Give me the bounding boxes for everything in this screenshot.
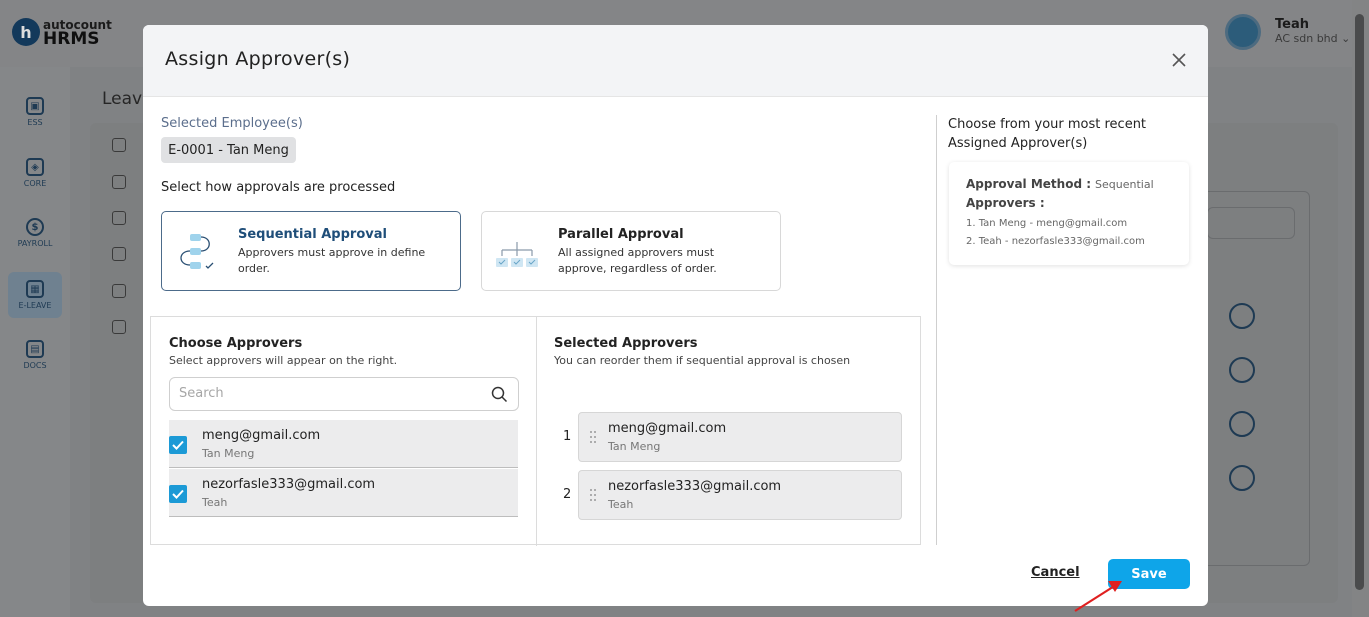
method-description: Approvers must approve in define order.	[238, 246, 426, 275]
approver-email: meng@gmail.com	[202, 428, 321, 443]
sidebar: ▣ ESS ◈ CORE $ PAYROLL ▦ E-LEAVE ▤ DOCS	[0, 67, 70, 617]
document-icon: ▤	[26, 340, 44, 358]
logo-mark: h	[12, 18, 40, 46]
list-item-icon	[112, 320, 126, 334]
recent-approver-line: 1. Tan Meng - meng@gmail.com	[966, 218, 1128, 229]
choose-approvers-title: Choose Approvers	[169, 336, 303, 351]
parallel-approval-option[interactable]: Parallel Approval All assigned approvers…	[481, 211, 781, 291]
list-item-icon	[112, 138, 126, 152]
approver-email: nezorfasle333@gmail.com	[202, 477, 376, 492]
approver-search[interactable]	[169, 377, 519, 411]
edit-icon	[1229, 411, 1255, 437]
approver-checkbox[interactable]	[169, 436, 187, 454]
approver-option[interactable]: meng@gmail.com Tan Meng	[169, 420, 518, 468]
drag-handle-icon[interactable]	[589, 430, 597, 444]
approver-option[interactable]: nezorfasle333@gmail.com Teah	[169, 469, 518, 517]
dialog-header: Assign Approver(s)	[143, 25, 1208, 97]
edit-icon	[1229, 303, 1255, 329]
drag-handle-icon[interactable]	[589, 488, 597, 502]
logo-big-text: HRMS	[43, 29, 100, 49]
close-icon[interactable]	[1170, 51, 1188, 69]
selected-approvers-subtitle: You can reorder them if sequential appro…	[554, 354, 851, 367]
selected-approver-item[interactable]: meng@gmail.com Tan Meng	[578, 412, 902, 462]
sidebar-item-payroll[interactable]: $ PAYROLL	[8, 210, 62, 256]
selected-approver-name: Teah	[608, 498, 634, 511]
list-item-icon	[112, 284, 126, 298]
approver-name: Tan Meng	[202, 447, 255, 460]
cube-icon: ◈	[26, 158, 44, 176]
approval-method-label: Approval Method :	[966, 177, 1092, 191]
sidebar-item-core[interactable]: ◈ CORE	[8, 150, 62, 196]
checkmark-icon	[172, 489, 184, 499]
list-item-icon	[112, 175, 126, 189]
assign-approvers-dialog: Assign Approver(s) Selected Employee(s) …	[143, 25, 1208, 606]
approval-process-label: Select how approvals are processed	[161, 180, 396, 195]
panel-divider	[536, 317, 537, 546]
section-divider	[936, 115, 937, 545]
search-input[interactable]	[179, 386, 479, 401]
method-title: Parallel Approval	[558, 227, 684, 242]
method-title: Sequential Approval	[238, 227, 387, 242]
selected-approver-email: nezorfasle333@gmail.com	[608, 479, 782, 494]
approver-checkbox[interactable]	[169, 485, 187, 503]
approver-name: Teah	[202, 496, 228, 509]
recent-approver-line: 2. Teah - nezorfasle333@gmail.com	[966, 236, 1145, 247]
id-card-icon: ▣	[26, 97, 44, 115]
approver-order-number: 2	[563, 487, 572, 502]
edit-icon	[1229, 357, 1255, 383]
sidebar-item-eleave[interactable]: ▦ E-LEAVE	[8, 272, 62, 318]
search-icon[interactable]	[491, 386, 508, 403]
selected-approver-email: meng@gmail.com	[608, 421, 727, 436]
approvers-label: Approvers :	[966, 196, 1045, 210]
choose-approvers-subtitle: Select approvers will appear on the righ…	[169, 354, 398, 367]
annotation-arrow-icon	[1074, 581, 1122, 612]
list-item-icon	[112, 211, 126, 225]
approval-method-value: Sequential	[1095, 178, 1154, 191]
approver-selection-panel: Choose Approvers Select approvers will a…	[150, 316, 921, 546]
selected-approvers-title: Selected Approvers	[554, 336, 698, 351]
user-menu[interactable]: Teah AC sdn bhd ⌄	[1225, 14, 1350, 50]
selected-employee-chip: E-0001 - Tan Meng	[161, 137, 296, 163]
recent-approvers-title: Choose from your most recent Assigned Ap…	[948, 117, 1147, 151]
calendar-icon: ▦	[26, 280, 44, 298]
selected-approver-item[interactable]: nezorfasle333@gmail.com Teah	[578, 470, 902, 520]
dialog-title: Assign Approver(s)	[165, 48, 351, 70]
edit-icon	[1229, 465, 1255, 491]
sequential-flow-icon	[180, 234, 214, 269]
method-description: All assigned approvers must approve, reg…	[558, 246, 717, 275]
approver-order-number: 1	[563, 429, 572, 444]
selected-employees-label: Selected Employee(s)	[161, 116, 303, 131]
sidebar-item-docs[interactable]: ▤ DOCS	[8, 332, 62, 378]
user-name: Teah	[1275, 17, 1309, 32]
sequential-approval-option[interactable]: Sequential Approval Approvers must appro…	[161, 211, 461, 291]
company-selector[interactable]: AC sdn bhd ⌄	[1275, 32, 1350, 46]
background-search	[1207, 207, 1295, 239]
selected-approver-name: Tan Meng	[608, 440, 661, 453]
scrollbar-thumb[interactable]	[1355, 14, 1364, 590]
avatar[interactable]	[1225, 14, 1261, 50]
sidebar-item-ess[interactable]: ▣ ESS	[8, 89, 62, 135]
recent-approver-card[interactable]: Approval Method : Sequential Approvers : …	[949, 162, 1189, 265]
list-item-icon	[112, 247, 126, 261]
checkmark-icon	[172, 440, 184, 450]
dollar-icon: $	[26, 218, 44, 236]
app-logo[interactable]: h autocount HRMS	[12, 18, 112, 49]
parallel-flow-icon	[496, 242, 538, 267]
